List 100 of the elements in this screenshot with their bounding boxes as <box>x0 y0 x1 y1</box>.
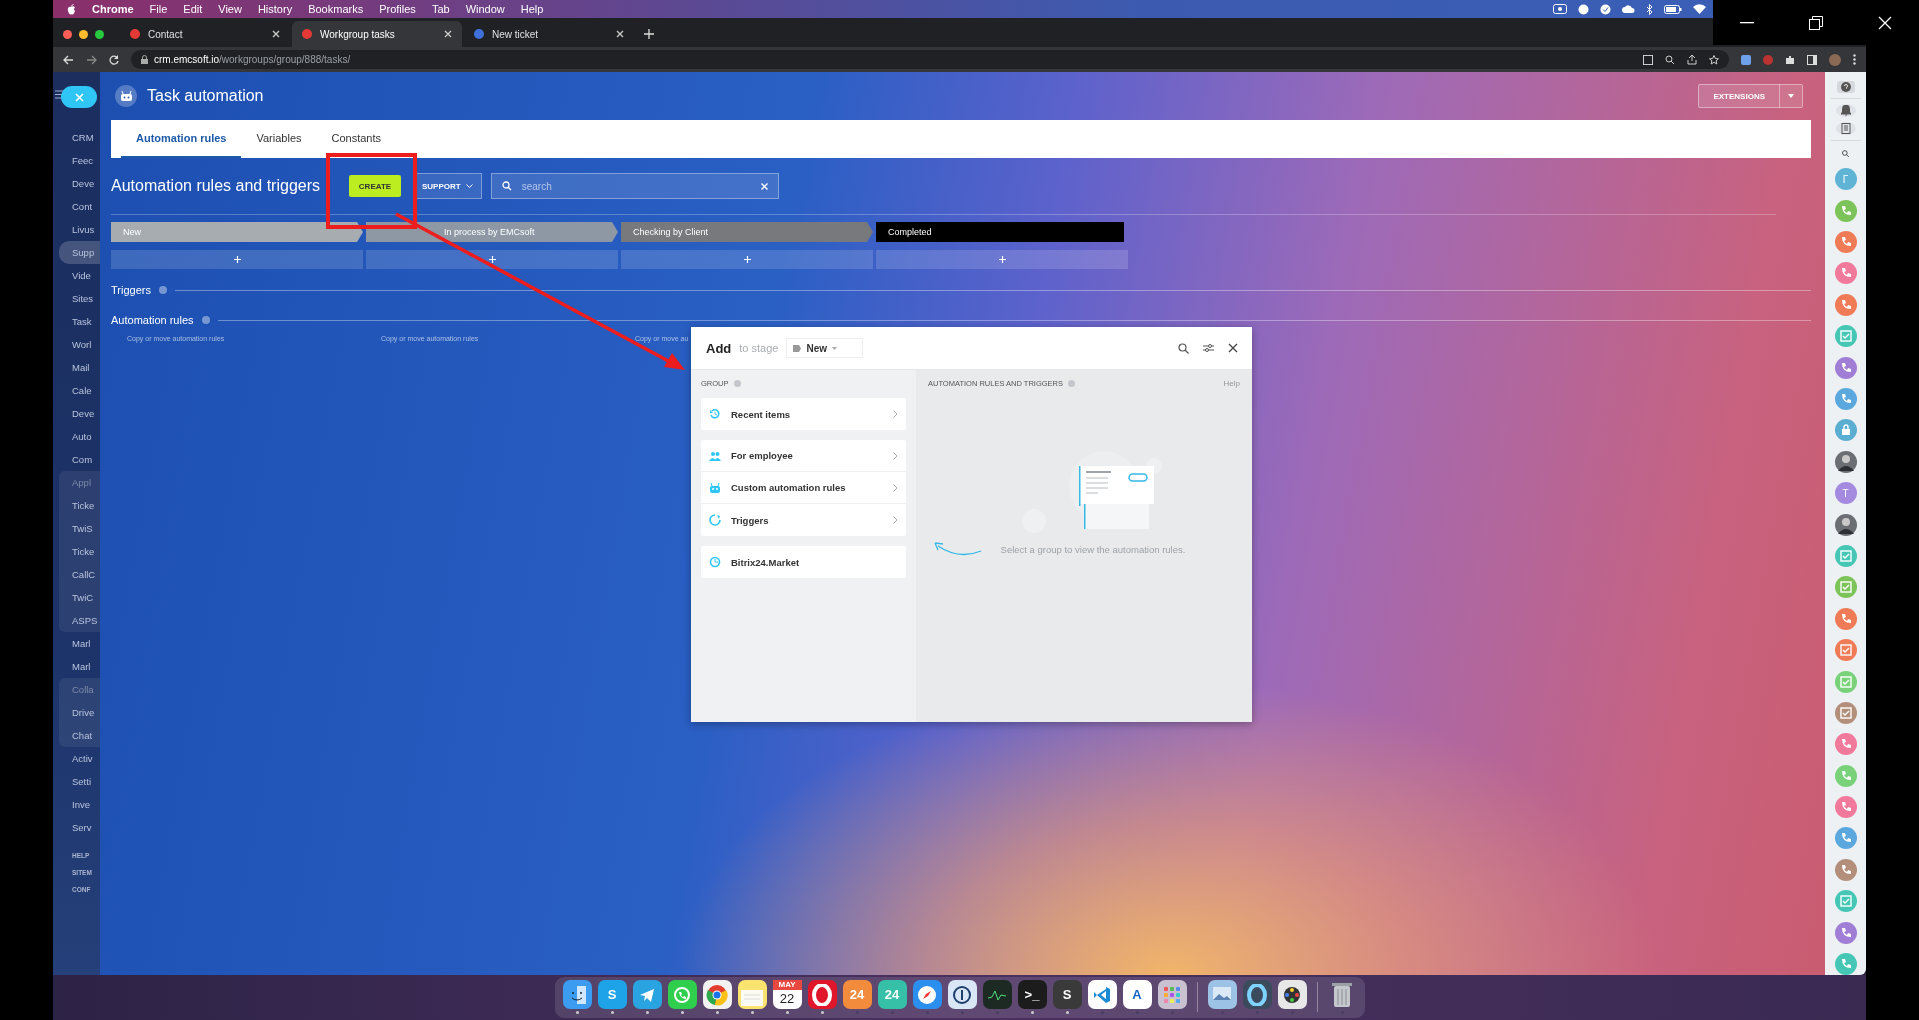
phone-icon[interactable] <box>1834 858 1857 881</box>
group-item[interactable]: For employee <box>701 440 906 472</box>
menu-item[interactable]: History <box>257 3 293 15</box>
nav-item[interactable]: TwiS <box>59 517 100 540</box>
nav-item[interactable]: Deve <box>53 402 100 425</box>
more-icon[interactable] <box>1853 54 1856 65</box>
task-check-icon[interactable] <box>1834 701 1857 724</box>
nav-item[interactable]: Marl <box>53 655 100 678</box>
phone-icon[interactable] <box>1834 293 1857 316</box>
nav-item[interactable]: Ticke <box>59 494 100 517</box>
nav-item[interactable]: Feec <box>53 149 100 172</box>
menu-item[interactable]: Bookmarks <box>308 3 364 15</box>
nav-item[interactable]: Drive <box>59 701 100 724</box>
puzzle-icon[interactable] <box>1785 54 1795 65</box>
task-check-icon[interactable] <box>1834 325 1857 348</box>
browser-tab[interactable]: Workgroup tasks <box>292 21 462 47</box>
task-check-icon[interactable] <box>1834 639 1857 662</box>
app-icon[interactable] <box>1207 980 1237 1009</box>
nav-item[interactable]: Cont <box>53 195 100 218</box>
phone-icon[interactable] <box>1834 388 1857 410</box>
task-check-icon[interactable] <box>1834 670 1857 693</box>
tab[interactable]: Constants <box>316 120 397 158</box>
app-icon[interactable] <box>947 980 977 1009</box>
share-icon[interactable] <box>1687 54 1697 65</box>
search-input[interactable]: search <box>519 179 753 193</box>
star-icon[interactable] <box>1709 54 1719 65</box>
menu-item[interactable]: Help <box>520 3 544 15</box>
group-item[interactable]: Custom automation rules <box>701 472 906 504</box>
document-icon[interactable] <box>1835 121 1856 136</box>
task-check-icon[interactable] <box>1834 544 1857 567</box>
search-icon[interactable] <box>1840 149 1851 158</box>
phone-icon[interactable] <box>1834 356 1857 379</box>
menu-item[interactable]: Window <box>465 3 505 15</box>
nav-item[interactable]: Ticke <box>59 540 100 563</box>
nav-item[interactable]: Auto <box>53 425 100 448</box>
close-icon[interactable] <box>1228 343 1238 353</box>
phone-icon[interactable] <box>1834 796 1857 819</box>
task-check-icon[interactable] <box>1834 576 1857 599</box>
plus-icon[interactable] <box>488 256 496 263</box>
nav-item[interactable]: Inve <box>53 793 100 816</box>
person-silhouette-icon[interactable] <box>1834 450 1857 473</box>
browser-tab[interactable]: Contact <box>120 21 290 47</box>
apple-icon[interactable] <box>67 3 76 15</box>
nav-item[interactable]: Activ <box>53 747 100 770</box>
app-icon[interactable] <box>1157 980 1187 1009</box>
phone-icon[interactable] <box>1834 231 1857 254</box>
nav-item[interactable]: Sites <box>53 287 100 310</box>
minimize-icon[interactable] <box>1740 21 1755 24</box>
phone-icon[interactable] <box>1834 733 1857 756</box>
nav-item[interactable]: Task <box>53 310 100 333</box>
app-icon[interactable]: A <box>1122 980 1152 1009</box>
nav-item[interactable]: TwiC <box>59 586 100 609</box>
wifi-icon[interactable] <box>1693 4 1706 14</box>
group-item[interactable]: Triggers <box>701 504 906 536</box>
nav-item[interactable]: Chat <box>59 724 100 747</box>
nav-item[interactable]: Vide <box>53 264 100 287</box>
menu-item[interactable]: File <box>149 3 168 15</box>
zoom-window-button[interactable] <box>95 29 104 39</box>
nav-item[interactable]: CRM <box>53 126 100 149</box>
translate-icon[interactable] <box>1643 54 1653 65</box>
close-button[interactable] <box>61 86 97 108</box>
app-icon[interactable] <box>737 980 767 1009</box>
stage-selector[interactable]: New <box>786 338 863 358</box>
nav-item[interactable]: Mail <box>53 356 100 379</box>
close-window-button[interactable] <box>63 29 72 39</box>
app-icon[interactable] <box>632 980 662 1009</box>
plus-icon[interactable] <box>998 256 1006 263</box>
zoom-icon[interactable] <box>1665 54 1675 65</box>
app-icon[interactable] <box>1277 980 1307 1009</box>
app-icon[interactable] <box>702 980 732 1009</box>
nav-item[interactable]: Worl <box>53 333 100 356</box>
app-icon[interactable] <box>562 980 592 1009</box>
profile-avatar[interactable] <box>1829 53 1841 66</box>
extension-icon[interactable] <box>1741 54 1751 65</box>
app-icon[interactable]: S <box>1052 980 1082 1009</box>
menu-item[interactable]: Tab <box>431 3 450 15</box>
browser-tab[interactable]: New ticket <box>464 21 634 47</box>
checkmark-icon[interactable] <box>1600 3 1611 15</box>
new-tab-icon[interactable] <box>644 29 654 39</box>
tab[interactable]: Automation rules <box>121 120 242 158</box>
search-icon[interactable] <box>1178 342 1189 354</box>
nav-item[interactable]: Marl <box>53 632 100 655</box>
task-check-icon[interactable] <box>1834 890 1857 913</box>
bell-icon[interactable] <box>1835 103 1856 117</box>
cloud-icon[interactable] <box>1622 4 1635 14</box>
status-circle-icon[interactable] <box>1578 3 1589 15</box>
help-icon[interactable] <box>1836 81 1855 93</box>
bluetooth-icon[interactable] <box>1646 3 1653 15</box>
minimize-window-button[interactable] <box>79 29 88 39</box>
group-item[interactable]: Recent items <box>701 398 906 430</box>
caret-icon[interactable] <box>1788 94 1794 98</box>
app-icon[interactable] <box>1087 980 1117 1009</box>
filter-sliders-icon[interactable] <box>1203 343 1214 353</box>
calendar-app-icon[interactable]: MAY 22 <box>772 980 802 1009</box>
plus-icon[interactable] <box>233 256 241 263</box>
clear-icon[interactable] <box>760 182 768 190</box>
phone-icon[interactable] <box>1834 827 1857 850</box>
nav-item[interactable]: Com <box>53 448 100 471</box>
app-icon[interactable] <box>982 980 1012 1009</box>
group-item[interactable]: Bitrix24.Market <box>701 546 906 578</box>
